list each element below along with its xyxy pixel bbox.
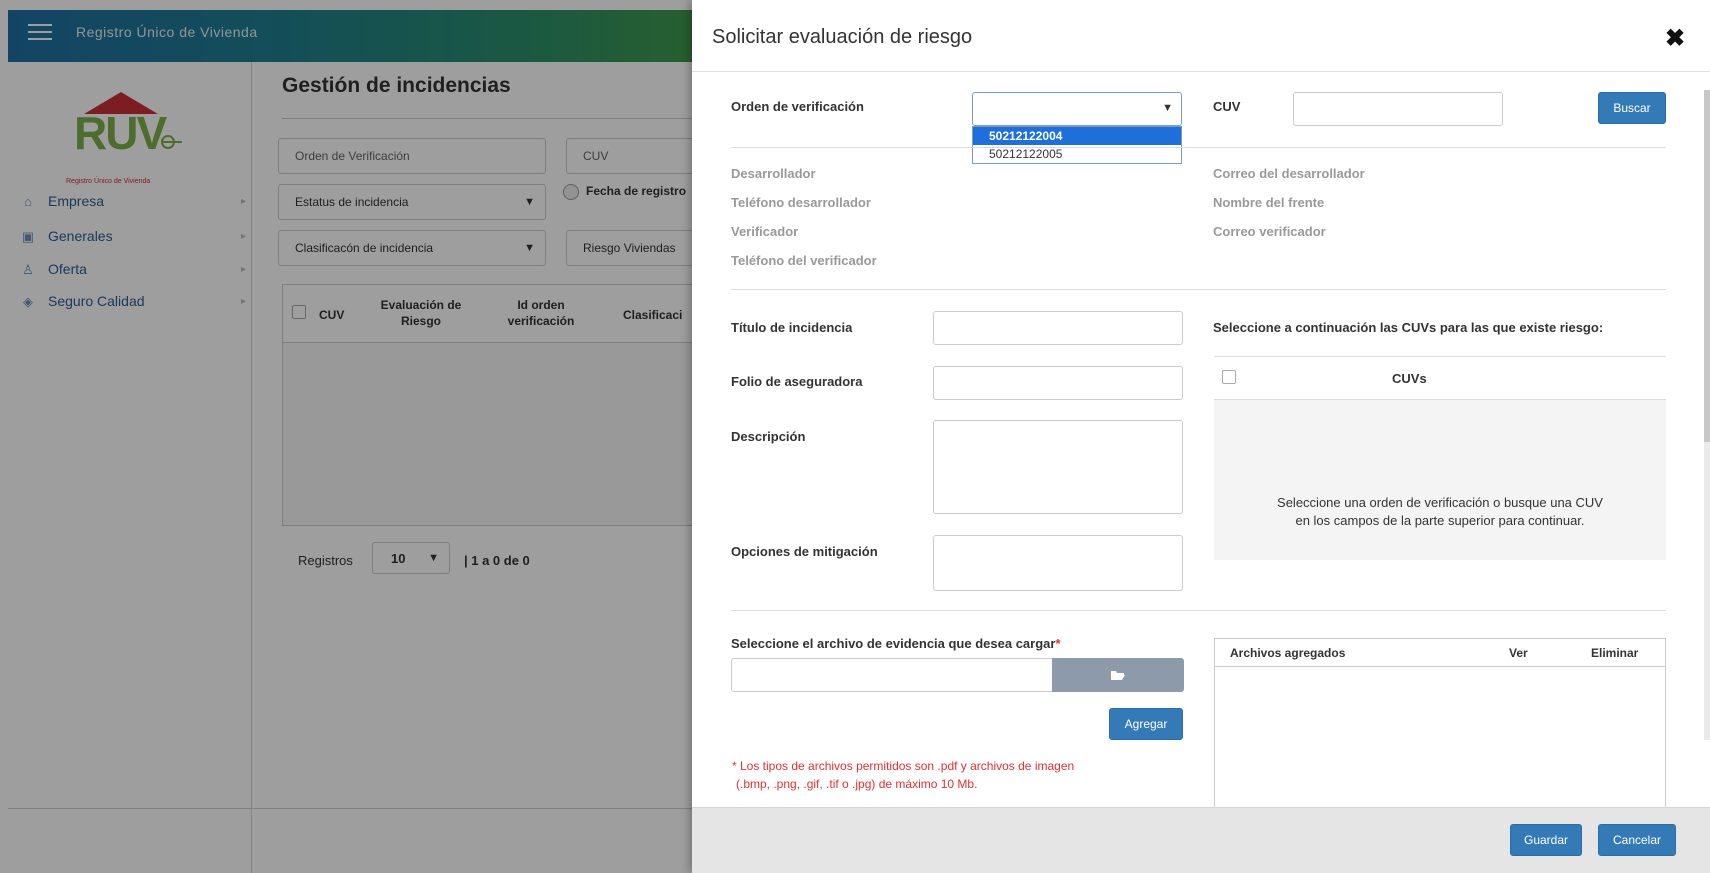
telefono-verificador-label: Teléfono del verificador [731,253,877,268]
required-mark: * [1055,636,1061,651]
modal-backdrop[interactable] [0,0,692,873]
titulo-input[interactable] [933,311,1183,345]
modal-footer: Guardar Cancelar [692,807,1710,873]
correo-desarrollador-label: Correo del desarrollador [1213,166,1365,181]
modal-title: Solicitar evaluación de riesgo [712,26,973,48]
descripcion-textarea[interactable] [933,420,1183,514]
empty-line: Seleccione una orden de verificación o b… [1277,495,1603,510]
cuvs-empty-message: Seleccione una orden de verificación o b… [1214,494,1666,530]
archivo-label-text: Seleccione el archivo de evidencia que d… [731,636,1056,651]
cuvs-prompt: Seleccione a continuación las CUVs para … [1213,320,1604,335]
orden-label: Orden de verificación [731,99,864,114]
column-header: Archivos agregados [1230,646,1346,660]
scrollbar-thumb[interactable] [1704,90,1710,442]
agregar-button[interactable]: Agregar [1109,708,1183,740]
verificador-label: Verificador [731,224,799,239]
file-types-note: * Los tipos de archivos permitidos son .… [732,757,1172,793]
cancelar-button[interactable]: Cancelar [1598,824,1676,856]
folio-label: Folio de aseguradora [731,374,863,389]
orden-verificacion-select[interactable]: ▼ [972,92,1182,126]
note-line: (.bmp, .png, .gif, .tif o .jpg) de máxim… [736,777,978,791]
cuvs-column-header: CUVs [1392,371,1427,386]
archivo-path-input[interactable] [731,658,1053,692]
cuv-label: CUV [1213,99,1241,114]
column-header: Ver [1509,646,1528,660]
orden-dropdown-list: 50212122004 50212122005 [972,126,1182,164]
mitigacion-textarea[interactable] [933,535,1183,591]
close-icon[interactable]: ✖ [1665,24,1685,53]
archivo-label: Seleccione el archivo de evidencia que d… [731,636,1061,651]
archivos-table-header: Archivos agregados Ver Eliminar [1215,639,1665,667]
cuvs-empty-state: Seleccione una orden de verificación o b… [1214,400,1666,560]
scrollbar[interactable] [1704,90,1710,740]
dropdown-option[interactable]: 50212122004 [973,127,1181,145]
telefono-desarrollador-label: Teléfono desarrollador [731,195,871,210]
solicitar-evaluacion-modal: Solicitar evaluación de riesgo ✖ Orden d… [692,0,1710,873]
mitigacion-label: Opciones de mitigación [731,544,878,559]
nombre-frente-label: Nombre del frente [1213,195,1325,210]
titulo-label: Título de incidencia [731,320,853,335]
descripcion-label: Descripción [731,429,806,444]
cuvs-select-all-checkbox[interactable] [1222,370,1236,384]
folio-input[interactable] [933,366,1183,400]
divider [731,610,1666,611]
buscar-button[interactable]: Buscar [1598,92,1666,124]
divider [731,289,1666,290]
folder-open-icon [1111,671,1125,680]
archivos-table: Archivos agregados Ver Eliminar [1214,638,1666,810]
divider [731,147,1666,148]
cuv-input[interactable] [1293,92,1503,126]
desarrollador-label: Desarrollador [731,166,816,181]
column-header: Eliminar [1591,646,1639,660]
caret-down-icon: ▼ [1162,102,1173,114]
note-line: * Los tipos de archivos permitidos son .… [732,759,1075,773]
empty-line: en los campos de la parte superior para … [1295,513,1585,528]
browse-file-button[interactable] [1052,658,1184,692]
correo-verificador-label: Correo verificador [1213,224,1326,239]
divider [1214,356,1666,357]
modal-header: Solicitar evaluación de riesgo ✖ [692,0,1710,72]
guardar-button[interactable]: Guardar [1510,824,1582,856]
